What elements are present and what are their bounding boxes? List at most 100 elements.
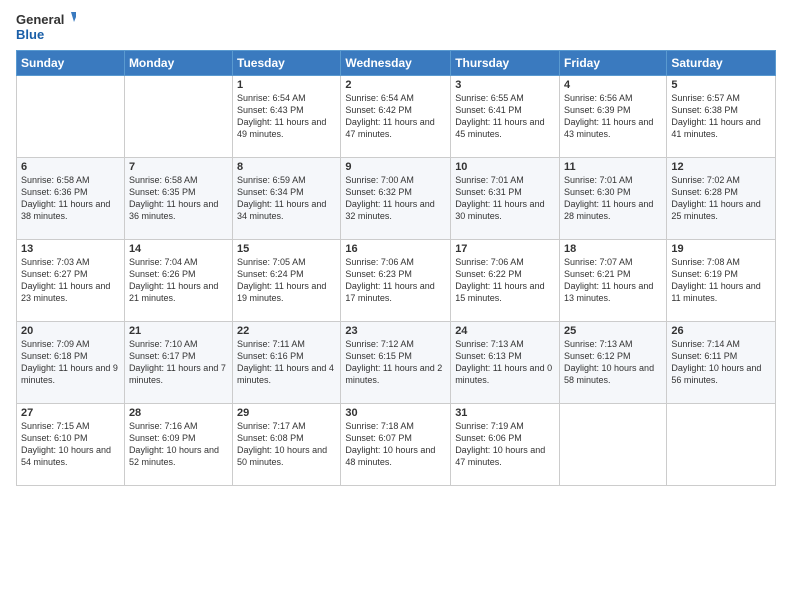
day-number: 19 bbox=[671, 243, 771, 255]
calendar-cell bbox=[667, 404, 776, 486]
day-number: 11 bbox=[564, 161, 662, 173]
day-number: 28 bbox=[129, 407, 228, 419]
day-number: 31 bbox=[455, 407, 555, 419]
weekday-header-row: SundayMondayTuesdayWednesdayThursdayFrid… bbox=[17, 51, 776, 76]
calendar-cell: 2Sunrise: 6:54 AMSunset: 6:42 PMDaylight… bbox=[341, 76, 451, 158]
calendar-cell: 6Sunrise: 6:58 AMSunset: 6:36 PMDaylight… bbox=[17, 158, 125, 240]
week-row-4: 20Sunrise: 7:09 AMSunset: 6:18 PMDayligh… bbox=[17, 322, 776, 404]
calendar-cell: 16Sunrise: 7:06 AMSunset: 6:23 PMDayligh… bbox=[341, 240, 451, 322]
week-row-5: 27Sunrise: 7:15 AMSunset: 6:10 PMDayligh… bbox=[17, 404, 776, 486]
day-number: 13 bbox=[21, 243, 120, 255]
calendar-cell bbox=[560, 404, 667, 486]
day-number: 9 bbox=[345, 161, 446, 173]
day-info: Sunrise: 6:58 AMSunset: 6:35 PMDaylight:… bbox=[129, 174, 228, 223]
calendar-cell: 20Sunrise: 7:09 AMSunset: 6:18 PMDayligh… bbox=[17, 322, 125, 404]
day-number: 20 bbox=[21, 325, 120, 337]
header: General Blue bbox=[16, 10, 776, 44]
page: General Blue SundayMondayTuesdayWednesda… bbox=[0, 0, 792, 612]
calendar-cell: 4Sunrise: 6:56 AMSunset: 6:39 PMDaylight… bbox=[560, 76, 667, 158]
weekday-header-saturday: Saturday bbox=[667, 51, 776, 76]
day-info: Sunrise: 7:10 AMSunset: 6:17 PMDaylight:… bbox=[129, 338, 228, 387]
day-number: 14 bbox=[129, 243, 228, 255]
calendar-cell: 25Sunrise: 7:13 AMSunset: 6:12 PMDayligh… bbox=[560, 322, 667, 404]
day-number: 22 bbox=[237, 325, 336, 337]
logo-svg: General Blue bbox=[16, 10, 76, 44]
weekday-header-tuesday: Tuesday bbox=[233, 51, 341, 76]
calendar-cell: 19Sunrise: 7:08 AMSunset: 6:19 PMDayligh… bbox=[667, 240, 776, 322]
day-info: Sunrise: 7:07 AMSunset: 6:21 PMDaylight:… bbox=[564, 256, 662, 305]
calendar-cell: 30Sunrise: 7:18 AMSunset: 6:07 PMDayligh… bbox=[341, 404, 451, 486]
day-info: Sunrise: 7:13 AMSunset: 6:13 PMDaylight:… bbox=[455, 338, 555, 387]
calendar-cell: 18Sunrise: 7:07 AMSunset: 6:21 PMDayligh… bbox=[560, 240, 667, 322]
calendar-cell: 5Sunrise: 6:57 AMSunset: 6:38 PMDaylight… bbox=[667, 76, 776, 158]
day-info: Sunrise: 7:12 AMSunset: 6:15 PMDaylight:… bbox=[345, 338, 446, 387]
day-info: Sunrise: 7:00 AMSunset: 6:32 PMDaylight:… bbox=[345, 174, 446, 223]
day-info: Sunrise: 6:56 AMSunset: 6:39 PMDaylight:… bbox=[564, 92, 662, 141]
day-number: 1 bbox=[237, 79, 336, 91]
calendar-cell: 10Sunrise: 7:01 AMSunset: 6:31 PMDayligh… bbox=[451, 158, 560, 240]
day-number: 12 bbox=[671, 161, 771, 173]
calendar-cell: 28Sunrise: 7:16 AMSunset: 6:09 PMDayligh… bbox=[124, 404, 232, 486]
day-info: Sunrise: 7:04 AMSunset: 6:26 PMDaylight:… bbox=[129, 256, 228, 305]
svg-text:Blue: Blue bbox=[16, 27, 44, 42]
calendar: SundayMondayTuesdayWednesdayThursdayFrid… bbox=[16, 50, 776, 486]
weekday-header-thursday: Thursday bbox=[451, 51, 560, 76]
weekday-header-sunday: Sunday bbox=[17, 51, 125, 76]
day-number: 25 bbox=[564, 325, 662, 337]
day-info: Sunrise: 6:55 AMSunset: 6:41 PMDaylight:… bbox=[455, 92, 555, 141]
calendar-cell: 23Sunrise: 7:12 AMSunset: 6:15 PMDayligh… bbox=[341, 322, 451, 404]
day-info: Sunrise: 7:16 AMSunset: 6:09 PMDaylight:… bbox=[129, 420, 228, 469]
calendar-cell: 24Sunrise: 7:13 AMSunset: 6:13 PMDayligh… bbox=[451, 322, 560, 404]
calendar-cell: 7Sunrise: 6:58 AMSunset: 6:35 PMDaylight… bbox=[124, 158, 232, 240]
day-info: Sunrise: 6:57 AMSunset: 6:38 PMDaylight:… bbox=[671, 92, 771, 141]
day-number: 24 bbox=[455, 325, 555, 337]
day-info: Sunrise: 7:08 AMSunset: 6:19 PMDaylight:… bbox=[671, 256, 771, 305]
day-info: Sunrise: 7:01 AMSunset: 6:30 PMDaylight:… bbox=[564, 174, 662, 223]
svg-text:General: General bbox=[16, 12, 64, 27]
calendar-cell bbox=[124, 76, 232, 158]
calendar-cell: 8Sunrise: 6:59 AMSunset: 6:34 PMDaylight… bbox=[233, 158, 341, 240]
day-info: Sunrise: 7:19 AMSunset: 6:06 PMDaylight:… bbox=[455, 420, 555, 469]
day-number: 6 bbox=[21, 161, 120, 173]
day-info: Sunrise: 7:13 AMSunset: 6:12 PMDaylight:… bbox=[564, 338, 662, 387]
calendar-cell: 15Sunrise: 7:05 AMSunset: 6:24 PMDayligh… bbox=[233, 240, 341, 322]
calendar-cell: 26Sunrise: 7:14 AMSunset: 6:11 PMDayligh… bbox=[667, 322, 776, 404]
calendar-cell: 13Sunrise: 7:03 AMSunset: 6:27 PMDayligh… bbox=[17, 240, 125, 322]
day-number: 17 bbox=[455, 243, 555, 255]
calendar-cell: 3Sunrise: 6:55 AMSunset: 6:41 PMDaylight… bbox=[451, 76, 560, 158]
day-info: Sunrise: 6:58 AMSunset: 6:36 PMDaylight:… bbox=[21, 174, 120, 223]
day-number: 26 bbox=[671, 325, 771, 337]
calendar-cell: 29Sunrise: 7:17 AMSunset: 6:08 PMDayligh… bbox=[233, 404, 341, 486]
day-info: Sunrise: 6:54 AMSunset: 6:42 PMDaylight:… bbox=[345, 92, 446, 141]
week-row-3: 13Sunrise: 7:03 AMSunset: 6:27 PMDayligh… bbox=[17, 240, 776, 322]
day-info: Sunrise: 7:06 AMSunset: 6:22 PMDaylight:… bbox=[455, 256, 555, 305]
weekday-header-monday: Monday bbox=[124, 51, 232, 76]
week-row-1: 1Sunrise: 6:54 AMSunset: 6:43 PMDaylight… bbox=[17, 76, 776, 158]
day-number: 2 bbox=[345, 79, 446, 91]
day-info: Sunrise: 7:01 AMSunset: 6:31 PMDaylight:… bbox=[455, 174, 555, 223]
calendar-cell: 9Sunrise: 7:00 AMSunset: 6:32 PMDaylight… bbox=[341, 158, 451, 240]
day-info: Sunrise: 6:59 AMSunset: 6:34 PMDaylight:… bbox=[237, 174, 336, 223]
calendar-cell: 27Sunrise: 7:15 AMSunset: 6:10 PMDayligh… bbox=[17, 404, 125, 486]
day-info: Sunrise: 7:11 AMSunset: 6:16 PMDaylight:… bbox=[237, 338, 336, 387]
calendar-cell: 17Sunrise: 7:06 AMSunset: 6:22 PMDayligh… bbox=[451, 240, 560, 322]
day-info: Sunrise: 7:09 AMSunset: 6:18 PMDaylight:… bbox=[21, 338, 120, 387]
day-info: Sunrise: 7:05 AMSunset: 6:24 PMDaylight:… bbox=[237, 256, 336, 305]
calendar-cell: 11Sunrise: 7:01 AMSunset: 6:30 PMDayligh… bbox=[560, 158, 667, 240]
day-number: 10 bbox=[455, 161, 555, 173]
weekday-header-wednesday: Wednesday bbox=[341, 51, 451, 76]
calendar-cell: 14Sunrise: 7:04 AMSunset: 6:26 PMDayligh… bbox=[124, 240, 232, 322]
day-info: Sunrise: 7:18 AMSunset: 6:07 PMDaylight:… bbox=[345, 420, 446, 469]
day-number: 16 bbox=[345, 243, 446, 255]
day-info: Sunrise: 7:17 AMSunset: 6:08 PMDaylight:… bbox=[237, 420, 336, 469]
day-number: 27 bbox=[21, 407, 120, 419]
day-number: 3 bbox=[455, 79, 555, 91]
calendar-cell: 21Sunrise: 7:10 AMSunset: 6:17 PMDayligh… bbox=[124, 322, 232, 404]
day-number: 8 bbox=[237, 161, 336, 173]
calendar-cell: 1Sunrise: 6:54 AMSunset: 6:43 PMDaylight… bbox=[233, 76, 341, 158]
day-info: Sunrise: 7:06 AMSunset: 6:23 PMDaylight:… bbox=[345, 256, 446, 305]
calendar-cell bbox=[17, 76, 125, 158]
day-info: Sunrise: 7:03 AMSunset: 6:27 PMDaylight:… bbox=[21, 256, 120, 305]
day-number: 21 bbox=[129, 325, 228, 337]
weekday-header-friday: Friday bbox=[560, 51, 667, 76]
